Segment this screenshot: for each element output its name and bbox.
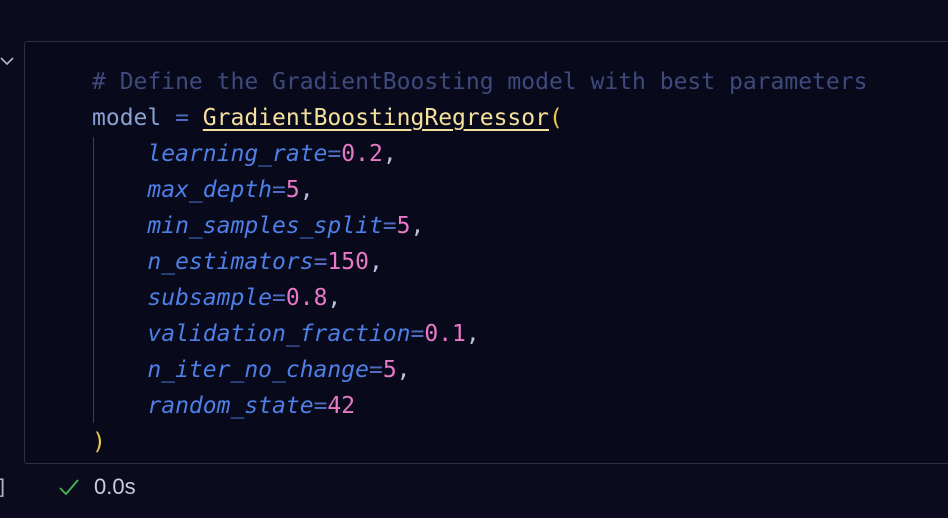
code-line-param: validation_fraction=0.1, [92, 316, 867, 352]
code-line-assignment: model = GradientBoostingRegressor( [92, 100, 867, 136]
code-param-value: 0.2 [341, 141, 383, 167]
code-comment: # Define the GradientBoosting model with… [92, 69, 868, 95]
code-line-param: learning_rate=0.2, [92, 136, 867, 172]
code-equals: = [313, 393, 328, 419]
code-param-name: learning_rate [147, 141, 328, 167]
code-param-value: 5 [285, 177, 300, 203]
code-param-value: 42 [327, 393, 356, 419]
code-comma: , [410, 213, 425, 239]
code-line-comment: # Define the GradientBoosting model with… [92, 64, 867, 100]
code-comma: , [396, 357, 411, 383]
code-block[interactable]: # Define the GradientBoosting model with… [92, 64, 867, 460]
code-line-param: random_state=42 [92, 388, 867, 424]
code-function-name[interactable]: GradientBoostingRegressor [203, 105, 549, 131]
code-comma: , [382, 141, 397, 167]
code-equals: = [368, 357, 383, 383]
code-open-paren: ( [548, 105, 563, 131]
chevron-down-icon[interactable] [0, 52, 16, 70]
notebook-page: # Define the GradientBoosting model with… [0, 0, 948, 518]
code-param-name: min_samples_split [147, 213, 383, 239]
code-param-value: 5 [396, 213, 411, 239]
code-param-name: max_depth [147, 177, 273, 203]
code-param-value: 0.8 [285, 285, 328, 311]
code-param-name: n_iter_no_change [147, 357, 369, 383]
code-param-value: 150 [327, 249, 369, 275]
code-equals: = [272, 285, 286, 311]
code-line-param: min_samples_split=5, [92, 208, 867, 244]
execution-count-bracket: ] [0, 475, 8, 499]
execution-status: 0.0s [58, 474, 136, 500]
code-equals: = [313, 249, 328, 275]
code-param-name: subsample [147, 285, 273, 311]
check-icon [59, 479, 79, 496]
code-equals: = [410, 321, 425, 347]
code-line-param: max_depth=5, [92, 172, 867, 208]
code-param-name: n_estimators [147, 249, 314, 275]
code-line-param: subsample=0.8, [92, 280, 867, 316]
code-param-name: validation_fraction [147, 321, 411, 347]
code-operator: = [161, 105, 203, 131]
code-line-param: n_iter_no_change=5, [92, 352, 867, 388]
code-comma: , [327, 285, 342, 311]
code-param-name: random_state [147, 393, 314, 419]
code-comma: , [465, 321, 480, 347]
code-line-param: n_estimators=150, [92, 244, 867, 280]
code-equals: = [327, 141, 342, 167]
code-param-value: 0.1 [424, 321, 466, 347]
code-close-paren: ) [92, 429, 106, 455]
code-equals: = [382, 213, 397, 239]
code-param-value: 5 [382, 357, 397, 383]
code-equals: = [272, 177, 286, 203]
code-line-close: ) [92, 424, 867, 460]
execution-time: 0.0s [94, 474, 136, 499]
code-comma: , [299, 177, 314, 203]
code-comma: , [368, 249, 383, 275]
code-variable: model [92, 105, 162, 131]
